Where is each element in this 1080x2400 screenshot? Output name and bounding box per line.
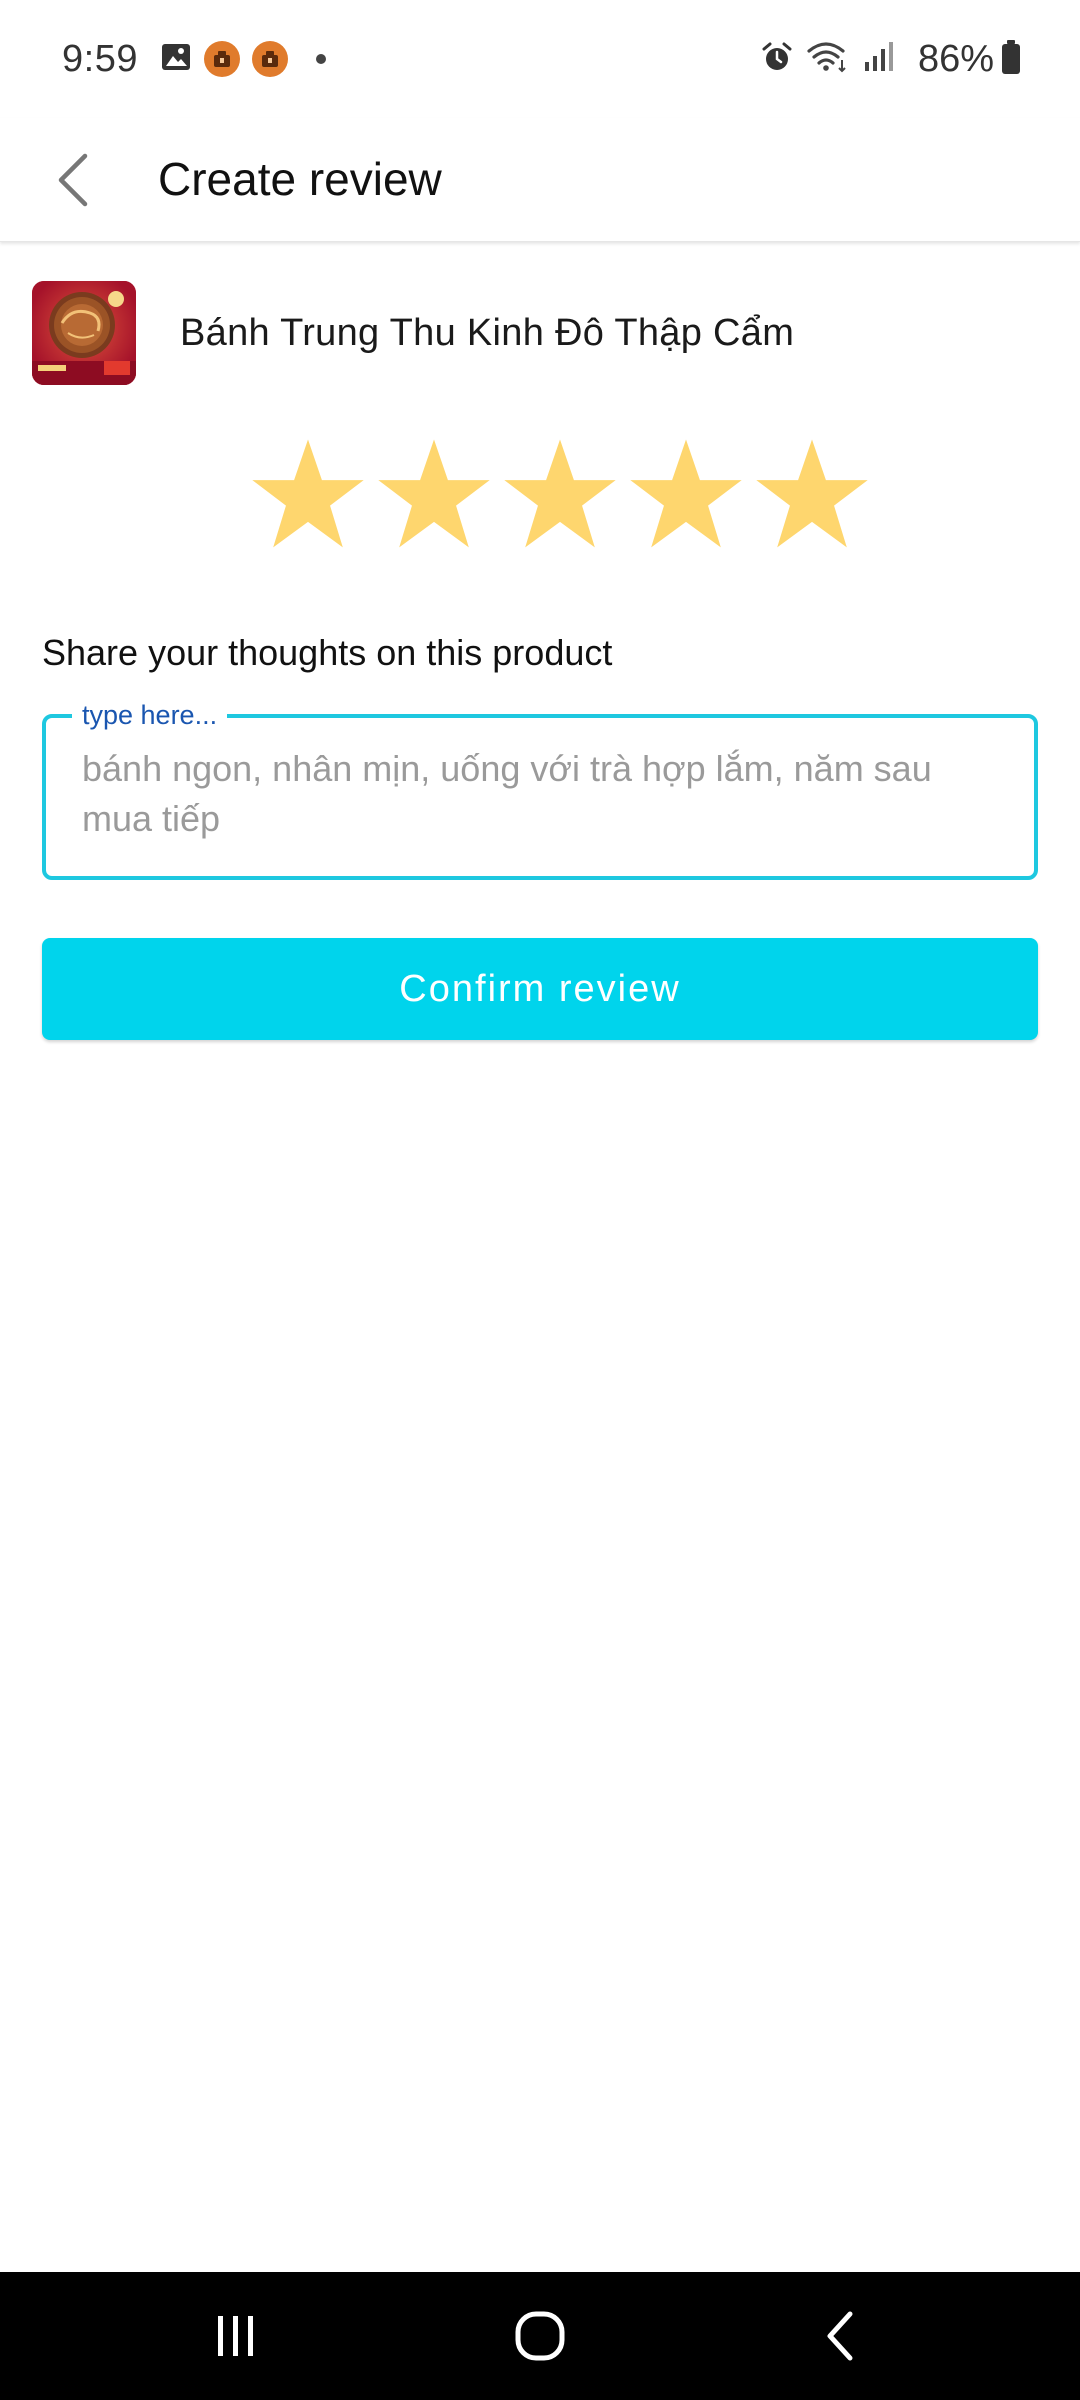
create-review-screen: 9:59 86% Create review Bánh Trung Thu Ki… [0, 0, 1080, 2400]
review-input[interactable] [82, 744, 982, 854]
status-left: 9:59 [62, 38, 326, 81]
review-field: type here... [42, 696, 1038, 880]
review-field-label: type here... [72, 696, 228, 734]
home-button[interactable] [480, 2294, 600, 2378]
back-icon [827, 2311, 853, 2361]
alarm-icon [760, 40, 794, 79]
wifi-icon [806, 40, 850, 79]
review-prompt: Share your thoughts on this product [42, 632, 613, 673]
page-title: Create review [158, 153, 442, 205]
signal-icon [862, 40, 896, 79]
star-icon[interactable] [376, 436, 492, 552]
system-navigation-bar [0, 2272, 1080, 2400]
recents-icon [218, 2316, 253, 2356]
star-rating [250, 436, 870, 552]
gallery-icon [160, 41, 192, 78]
star-icon[interactable] [250, 436, 366, 552]
star-icon[interactable] [628, 436, 744, 552]
recents-button[interactable] [176, 2294, 296, 2378]
status-bar: 9:59 86% [0, 0, 1080, 118]
home-icon [515, 2311, 565, 2361]
status-time: 9:59 [62, 37, 138, 80]
dot-icon [315, 54, 326, 64]
product-row: Bánh Trung Thu Kinh Đô Thập Cẩm [32, 280, 1048, 386]
chevron-left-icon [58, 153, 88, 207]
status-right: 86% [760, 38, 1022, 81]
product-thumbnail [32, 281, 136, 385]
star-icon[interactable] [754, 436, 870, 552]
product-name: Bánh Trung Thu Kinh Đô Thập Cẩm [180, 311, 795, 354]
app-notification-icon [203, 41, 240, 77]
confirm-review-button[interactable]: Confirm review [42, 938, 1038, 1040]
battery-icon [1000, 39, 1022, 80]
battery-percent: 86% [917, 37, 994, 80]
nav-back-button[interactable] [780, 2294, 900, 2378]
star-icon[interactable] [502, 436, 618, 552]
app-bar: Create review [0, 118, 1080, 242]
back-button[interactable] [40, 134, 106, 226]
app-notification-icon [251, 41, 288, 77]
